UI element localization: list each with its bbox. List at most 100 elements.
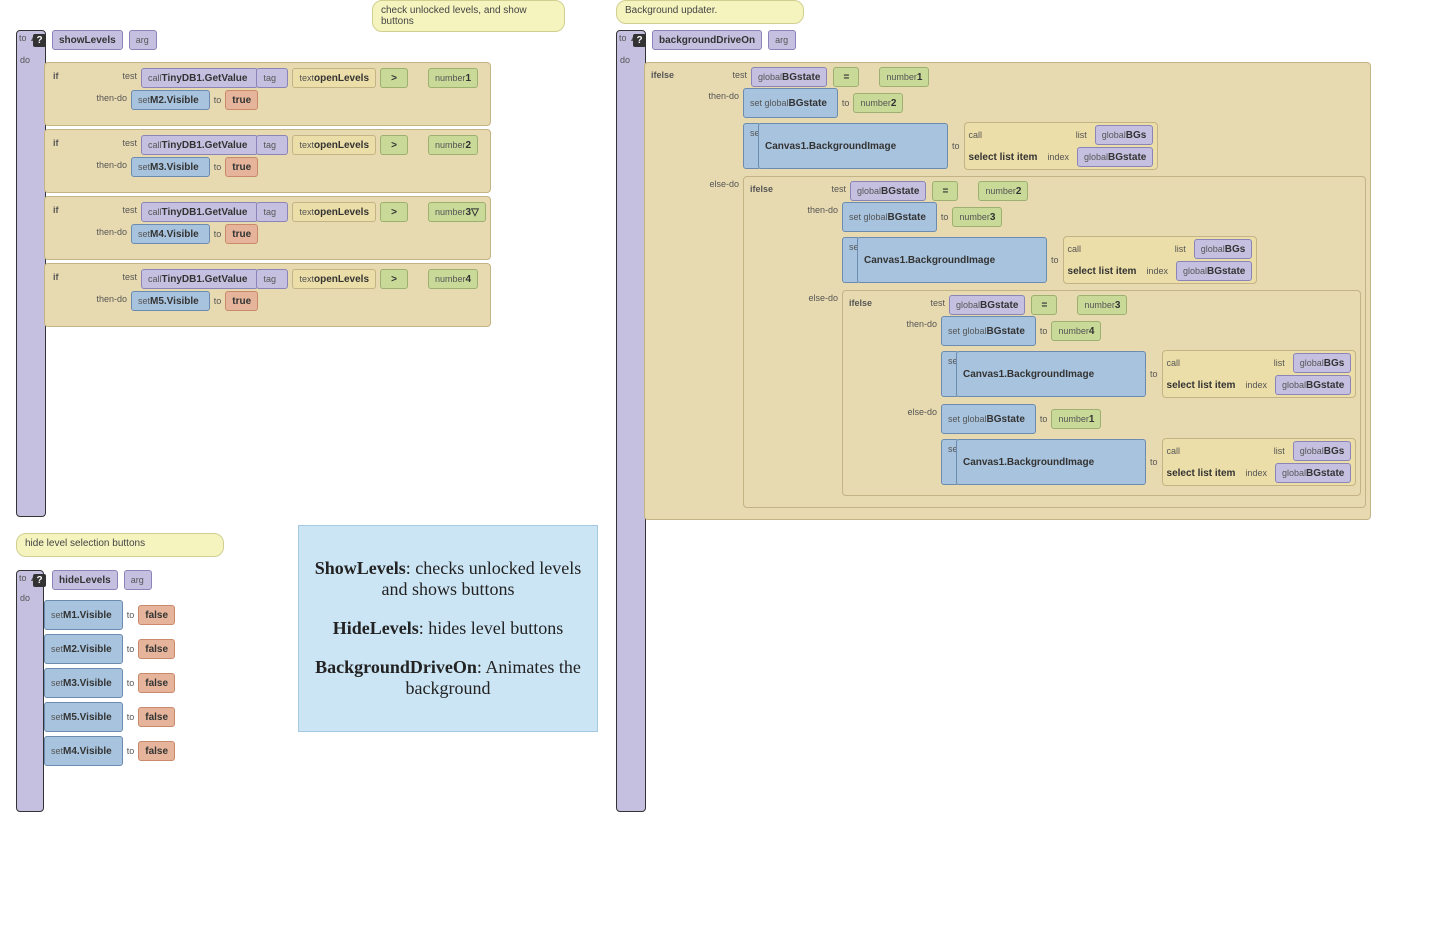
if-test-row[interactable]: call TinyDB1.GetValuetagtext openLevels>… [141,135,478,155]
global-bgstate[interactable]: global BGstate [751,67,827,87]
canvas-bg[interactable]: Canvas1.BackgroundImage [758,123,948,169]
select-list-item[interactable]: calllistglobal BGsselect list itemindexg… [1162,438,1357,486]
canvas-bg[interactable]: Canvas1.BackgroundImage [956,351,1146,397]
set-canvas-row[interactable]: set Canvas1.BackgroundImage to calllistg… [941,438,1356,486]
number-block[interactable]: number 3 [1077,295,1127,315]
if-test-row[interactable]: call TinyDB1.GetValuetagtext openLevels>… [141,269,478,289]
hide-row-0[interactable]: set M1.Visible to false [44,600,175,630]
global-bgstate[interactable]: global BGstate [1275,463,1351,483]
gt-op[interactable]: > [380,202,408,222]
number-block[interactable]: number 1 [428,68,478,88]
number-block[interactable]: number 4 [428,269,478,289]
number-block[interactable]: number 4 [1051,321,1101,341]
number-block[interactable]: number 3▽ [428,202,486,222]
if-block-2[interactable]: iftestcall TinyDB1.GetValuetagtext openL… [44,196,491,260]
bool-false[interactable]: false [138,741,175,761]
ifelse-block[interactable]: ifelsetestglobal BGstate=number 3then-do… [842,290,1361,496]
global-bgstate[interactable]: global BGstate [949,295,1025,315]
global-bgs[interactable]: global BGs [1095,125,1154,145]
select-list-item[interactable]: calllistglobal BGsselect list itemindexg… [1063,236,1258,284]
set-var[interactable]: set M2.Visible [131,90,210,110]
setglobal-row[interactable]: set global BGstate to number 1 [941,404,1356,434]
if-block-1[interactable]: iftestcall TinyDB1.GetValuetagtext openL… [44,129,491,193]
hide-row-4[interactable]: set M4.Visible to false [44,736,175,766]
hide-row-2[interactable]: set M3.Visible to false [44,668,175,698]
text-openlevels[interactable]: text openLevels [292,202,376,222]
bool-false[interactable]: false [138,673,175,693]
proc-bgdrive-frame[interactable] [616,30,646,812]
number-block[interactable]: number 3 [952,207,1002,227]
set-canvas-row[interactable]: set Canvas1.BackgroundImage to calllistg… [941,350,1356,398]
tag-slot[interactable]: tag [256,269,288,289]
proc-showlevels-frame[interactable] [16,30,46,517]
bool-false[interactable]: false [138,639,175,659]
bool-true[interactable]: true [225,157,258,177]
gt-op[interactable]: > [380,68,408,88]
bool-true[interactable]: true [225,291,258,311]
setglobal-bgstate[interactable]: set global BGstate [941,404,1036,434]
select-list-item[interactable]: calllistglobal BGsselect list itemindexg… [1162,350,1357,398]
call-tinydb[interactable]: call TinyDB1.GetValue [141,269,258,289]
call-tinydb[interactable]: call TinyDB1.GetValue [141,135,258,155]
help-icon[interactable]: ? [33,574,46,587]
number-block[interactable]: number 2 [428,135,478,155]
bg-test[interactable]: global BGstate=number 2 [850,181,1028,201]
set-canvas-row[interactable]: set Canvas1.BackgroundImage to calllistg… [842,236,1257,284]
number-block[interactable]: number 2 [853,93,903,113]
call-tinydb[interactable]: call TinyDB1.GetValue [141,68,258,88]
bool-false[interactable]: false [138,605,175,625]
set-var[interactable]: set M3.Visible [44,668,123,698]
gt-op[interactable]: > [380,269,408,289]
canvas-bg[interactable]: Canvas1.BackgroundImage [857,237,1047,283]
global-bgs[interactable]: global BGs [1293,353,1352,373]
if-block-3[interactable]: iftestcall TinyDB1.GetValuetagtext openL… [44,263,491,327]
set-visible-row[interactable]: set M5.Visible to true [131,291,258,311]
text-openlevels[interactable]: text openLevels [292,68,376,88]
number-block[interactable]: number 1 [1051,409,1101,429]
eq-op[interactable]: = [833,67,859,87]
hide-row-1[interactable]: set M2.Visible to false [44,634,175,664]
proc-hidelevels-head[interactable]: ? hideLevels arg [33,570,152,590]
tag-slot[interactable]: tag [256,202,288,222]
set-visible-row[interactable]: set M3.Visible to true [131,157,258,177]
ifelse-block[interactable]: ifelsetestglobal BGstate=number 1then-do… [644,62,1371,520]
setglobal-row[interactable]: set global BGstate to number 2 [743,88,1158,118]
proc-hidelevels-frame[interactable] [16,570,44,812]
bool-true[interactable]: true [225,90,258,110]
set-var[interactable]: set M4.Visible [44,736,123,766]
set-var[interactable]: set M5.Visible [131,291,210,311]
set-var[interactable]: set M3.Visible [131,157,210,177]
global-bgs[interactable]: global BGs [1293,441,1352,461]
text-openlevels[interactable]: text openLevels [292,135,376,155]
if-test-row[interactable]: call TinyDB1.GetValuetagtext openLevels>… [141,68,478,88]
bool-false[interactable]: false [138,707,175,727]
eq-op[interactable]: = [1031,295,1057,315]
global-bgs[interactable]: global BGs [1194,239,1253,259]
global-bgstate[interactable]: global BGstate [1176,261,1252,281]
set-var[interactable]: set M4.Visible [131,224,210,244]
set-var[interactable]: set M1.Visible [44,600,123,630]
call-tinydb[interactable]: call TinyDB1.GetValue [141,202,258,222]
if-test-row[interactable]: call TinyDB1.GetValuetagtext openLevels>… [141,202,486,222]
set-visible-row[interactable]: set M4.Visible to true [131,224,258,244]
setglobal-bgstate[interactable]: set global BGstate [743,88,838,118]
setglobal-row[interactable]: set global BGstate to number 3 [842,202,1257,232]
proc-bgdrive-head[interactable]: ? backgroundDriveOn arg [633,30,796,50]
set-var[interactable]: set M2.Visible [44,634,123,664]
setglobal-row[interactable]: set global BGstate to number 4 [941,316,1356,346]
bg-test[interactable]: global BGstate=number 1 [751,67,929,87]
text-openlevels[interactable]: text openLevels [292,269,376,289]
global-bgstate[interactable]: global BGstate [1077,147,1153,167]
canvas-bg[interactable]: Canvas1.BackgroundImage [956,439,1146,485]
set-visible-row[interactable]: set M2.Visible to true [131,90,258,110]
proc-showlevels-head[interactable]: ? showLevels arg [33,30,157,50]
eq-op[interactable]: = [932,181,958,201]
tag-slot[interactable]: tag [256,135,288,155]
help-icon[interactable]: ? [633,34,646,47]
help-icon[interactable]: ? [33,34,46,47]
number-block[interactable]: number 2 [978,181,1028,201]
ifelse-block[interactable]: ifelsetestglobal BGstate=number 2then-do… [743,176,1366,508]
gt-op[interactable]: > [380,135,408,155]
bool-true[interactable]: true [225,224,258,244]
tag-slot[interactable]: tag [256,68,288,88]
